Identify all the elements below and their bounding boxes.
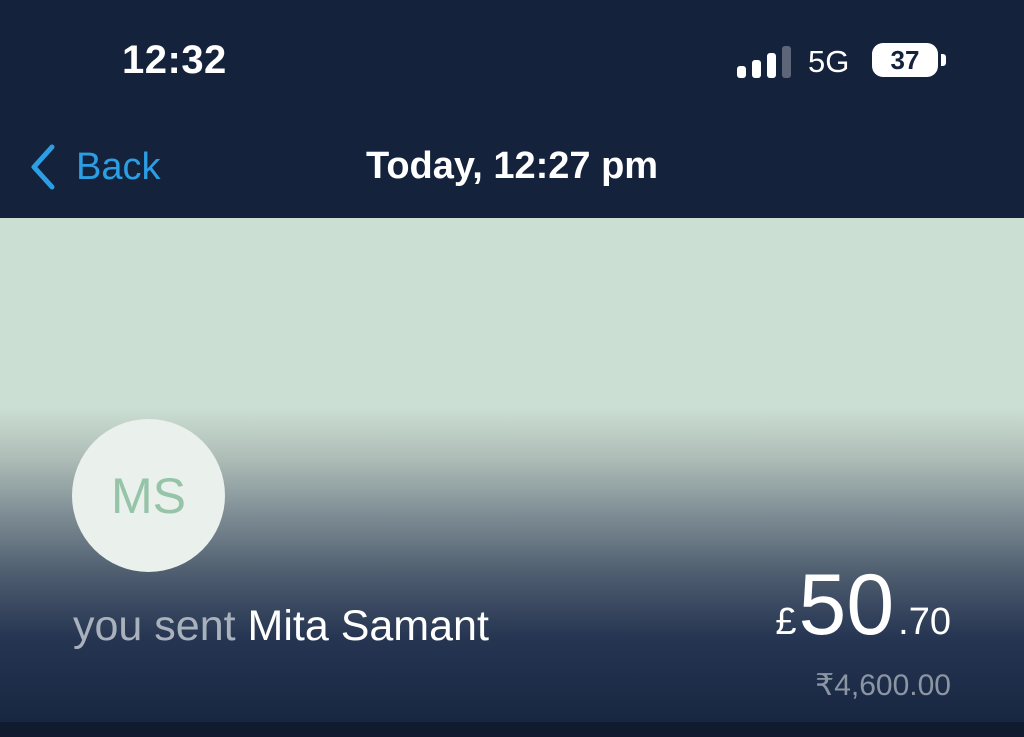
recipient-name[interactable]: Mita Samant [248,602,489,650]
amount-minor: .70 [898,601,951,643]
battery-icon: 37 [872,43,938,77]
transaction-header: MS you sent Mita Samant £ 50 .70 ₹4,600.… [0,218,1024,722]
avatar[interactable]: MS [72,419,225,572]
content-divider [0,722,1024,737]
sent-prefix: you sent [73,602,236,650]
page-title: Today, 12:27 pm [365,145,659,187]
status-time: 12:32 [122,38,227,82]
transaction-amount: £ 50 .70 [775,562,951,648]
transaction-description: you sent Mita Samant [73,602,489,651]
battery-tip [941,54,946,66]
amount-major: 50 [798,557,895,653]
currency-symbol: £ [775,601,797,643]
navigation-bar: Back Today, 12:27 pm [0,120,1024,218]
network-type: 5G [808,44,850,79]
status-bar: 12:32 5G 37 [0,0,1024,120]
battery-level: 37 [890,44,920,75]
converted-amount: ₹4,600.00 [815,669,951,702]
signal-strength-icon [737,44,791,78]
avatar-initials: MS [111,467,186,524]
